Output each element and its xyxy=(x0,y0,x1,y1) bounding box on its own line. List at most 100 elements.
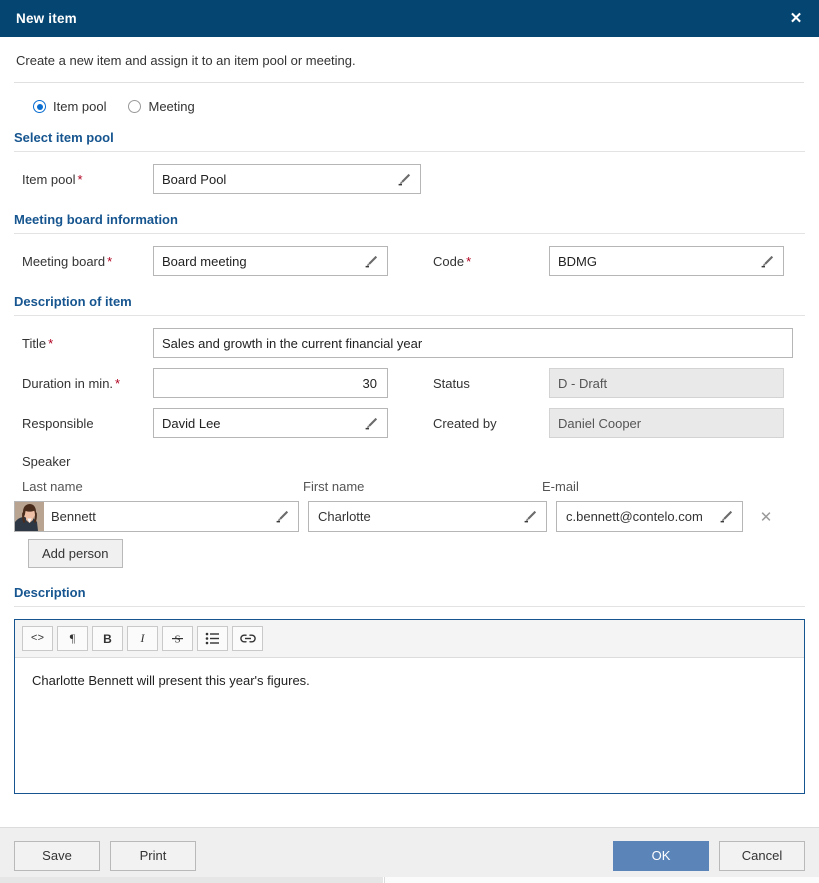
input-meeting-board-value: Board meeting xyxy=(162,253,247,269)
label-item-pool: Item pool * xyxy=(14,172,153,187)
required-marker: * xyxy=(107,253,113,269)
label-meeting-board: Meeting board * xyxy=(14,254,153,269)
bold-icon[interactable]: B xyxy=(92,626,123,651)
section-divider xyxy=(14,315,805,316)
label-meeting-board-text: Meeting board xyxy=(22,253,106,269)
input-title-value: Sales and growth in the current financia… xyxy=(162,335,423,351)
radio-item-pool[interactable]: Item pool xyxy=(33,99,106,114)
table-row: Bennett Charlotte c.bennett@contelo.com xyxy=(14,501,805,532)
required-marker: * xyxy=(48,335,54,351)
section-heading-description-of-item: Description of item xyxy=(14,294,132,309)
radio-indicator-meeting[interactable] xyxy=(128,100,142,113)
label-status: Status xyxy=(433,375,470,391)
label-duration: Duration in min. * xyxy=(14,376,153,391)
input-responsible[interactable]: David Lee xyxy=(153,408,388,438)
save-button[interactable]: Save xyxy=(14,840,100,871)
section-meeting-board-information: Meeting board information Meeting board *… xyxy=(14,212,805,276)
section-divider xyxy=(14,233,805,234)
new-item-dialog: New item ✕ Create a new item and assign … xyxy=(0,0,819,883)
radio-indicator-item-pool[interactable] xyxy=(33,100,46,113)
input-responsible-value: David Lee xyxy=(162,415,221,431)
input-item-pool[interactable]: Board Pool xyxy=(153,164,421,194)
bottom-strip xyxy=(0,877,819,883)
dialog-subtitle: Create a new item and assign it to an it… xyxy=(0,37,819,82)
pencil-icon[interactable] xyxy=(718,508,735,525)
ok-button[interactable]: OK xyxy=(613,840,709,871)
paragraph-icon[interactable]: ¶ xyxy=(57,626,88,651)
input-email-value: c.bennett@contelo.com xyxy=(566,509,703,524)
input-code-value: BDMG xyxy=(558,253,597,269)
label-item-pool-text: Item pool xyxy=(22,171,76,187)
field-status-value: D - Draft xyxy=(558,375,608,391)
pencil-icon[interactable] xyxy=(759,253,776,270)
section-description: Description <> ¶ B I S Charlotte Bennett… xyxy=(14,585,805,794)
form-row-responsible-created-by: Responsible David Lee Created by Daniel … xyxy=(14,408,805,438)
radio-label-item-pool: Item pool xyxy=(53,99,107,114)
form-row-duration-status: Duration in min. * 30 Status D - Draft xyxy=(14,368,805,398)
label-responsible: Responsible xyxy=(22,415,94,431)
description-text-content[interactable]: Charlotte Bennett will present this year… xyxy=(15,658,804,793)
description-rich-text-editor: <> ¶ B I S Charlotte Bennett will presen… xyxy=(14,619,805,794)
section-heading-select-item-pool: Select item pool xyxy=(14,130,114,145)
add-person-button[interactable]: Add person xyxy=(28,539,123,568)
input-code[interactable]: BDMG xyxy=(549,246,784,276)
section-divider xyxy=(14,606,805,607)
required-marker: * xyxy=(115,375,121,391)
label-title: Title * xyxy=(14,336,153,351)
section-divider xyxy=(14,151,805,152)
required-marker: * xyxy=(77,171,83,187)
label-code: Code * xyxy=(425,254,549,269)
dialog-titlebar: New item ✕ xyxy=(0,0,819,37)
input-duration[interactable]: 30 xyxy=(153,368,388,398)
bottom-strip-left xyxy=(0,877,383,883)
section-heading-meeting-board: Meeting board information xyxy=(14,212,178,227)
close-icon[interactable]: ✕ xyxy=(785,8,807,30)
top-divider xyxy=(14,82,804,83)
assignment-type-radio-group: Item pool Meeting xyxy=(14,82,805,130)
radio-label-meeting: Meeting xyxy=(148,99,195,114)
link-icon[interactable] xyxy=(232,626,263,651)
dialog-footer: Save Print OK Cancel xyxy=(0,827,819,883)
svg-text:S: S xyxy=(174,634,180,646)
pencil-icon[interactable] xyxy=(274,508,291,525)
dialog-title: New item xyxy=(16,11,77,26)
italic-icon[interactable]: I xyxy=(127,626,158,651)
avatar xyxy=(15,502,44,531)
field-created-by-value: Daniel Cooper xyxy=(558,415,642,431)
column-header-email: E-mail xyxy=(542,479,579,494)
source-code-icon[interactable]: <> xyxy=(22,626,53,651)
pencil-icon[interactable] xyxy=(363,415,380,432)
input-email[interactable]: c.bennett@contelo.com xyxy=(556,501,743,532)
input-last-name-value: Bennett xyxy=(51,509,96,524)
input-item-pool-value: Board Pool xyxy=(162,171,227,187)
required-marker: * xyxy=(466,253,472,269)
section-select-item-pool: Select item pool Item pool * Board Pool xyxy=(14,130,805,194)
bottom-strip-right xyxy=(384,877,819,883)
label-created-by: Created by xyxy=(433,415,497,431)
input-title[interactable]: Sales and growth in the current financia… xyxy=(153,328,793,358)
input-duration-value: 30 xyxy=(362,375,377,391)
input-meeting-board[interactable]: Board meeting xyxy=(153,246,388,276)
pencil-icon[interactable] xyxy=(396,171,413,188)
form-row-title: Title * Sales and growth in the current f… xyxy=(14,328,805,358)
cancel-button[interactable]: Cancel xyxy=(719,840,805,871)
pencil-icon[interactable] xyxy=(522,508,539,525)
pencil-icon[interactable] xyxy=(363,253,380,270)
strikethrough-icon[interactable]: S xyxy=(162,626,193,651)
input-last-name[interactable]: Bennett xyxy=(14,501,299,532)
section-heading-description: Description xyxy=(14,585,86,600)
field-created-by-readonly: Daniel Cooper xyxy=(549,408,784,438)
column-header-first-name: First name xyxy=(303,479,365,494)
input-first-name-value: Charlotte xyxy=(318,509,371,524)
label-duration-text: Duration in min. xyxy=(22,375,114,391)
form-row-item-pool: Item pool * Board Pool xyxy=(14,164,805,194)
speaker-heading: Speaker xyxy=(22,454,71,469)
form-row-meeting-board: Meeting board * Board meeting Code * BDMG xyxy=(14,246,805,276)
bullet-list-icon[interactable] xyxy=(197,626,228,651)
print-button[interactable]: Print xyxy=(110,840,196,871)
radio-meeting[interactable]: Meeting xyxy=(128,99,195,114)
input-first-name[interactable]: Charlotte xyxy=(308,501,547,532)
delete-row-icon[interactable]: ✕ xyxy=(753,504,779,530)
label-code-text: Code xyxy=(433,253,465,269)
rte-toolbar: <> ¶ B I S xyxy=(15,620,804,658)
